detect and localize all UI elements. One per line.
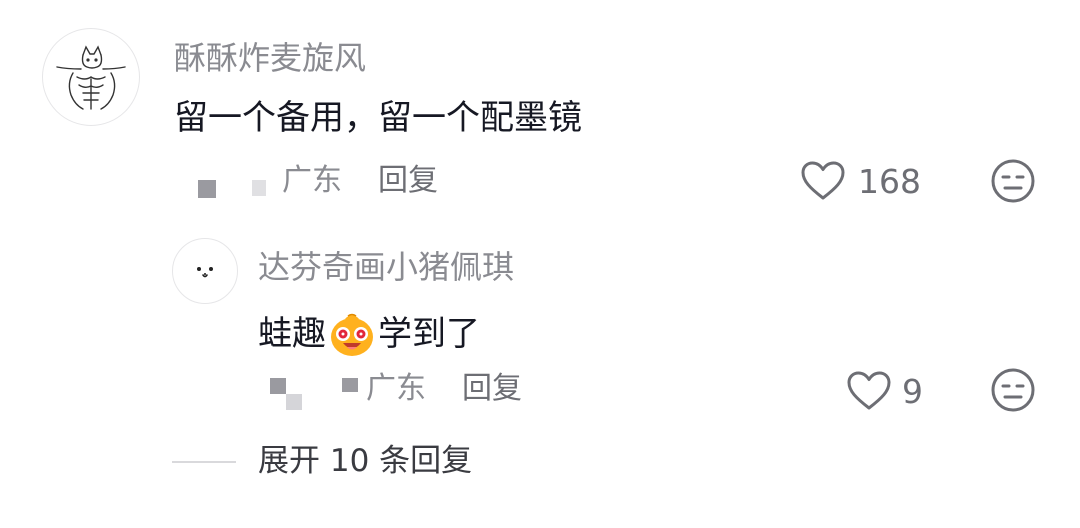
reply-username[interactable]: 达芬奇画小猪佩琪	[258, 251, 514, 283]
reply-avatar[interactable]	[172, 238, 238, 304]
dog-face-sketch-icon	[197, 267, 213, 278]
reply-text: 蛙趣 学到了	[258, 310, 480, 358]
obscured-meta-block	[270, 378, 286, 394]
heart-outline-icon	[801, 161, 845, 200]
reply-like-count: 9	[902, 371, 923, 411]
heart-outline-icon	[847, 371, 891, 410]
reply-reaction-button[interactable]	[990, 367, 1036, 417]
expressionless-face-icon	[991, 368, 1035, 412]
reply-reply-button[interactable]: 回复	[462, 374, 522, 404]
reply-like-button[interactable]: 9	[846, 370, 923, 412]
comment-like-button[interactable]: 168	[800, 160, 921, 202]
comment-location: 广东	[282, 163, 342, 198]
reply-item: 达芬奇画小猪佩琪 蛙趣 学到了 广东 回复 9	[0, 230, 1080, 430]
muscle-cat-sketch-icon	[56, 45, 126, 110]
comment-like-count: 168	[858, 161, 921, 201]
obscured-meta-block	[342, 378, 358, 392]
comment-item: 酥酥炸麦旋风 留一个备用，留一个配墨镜 广东 回复 168	[0, 0, 1080, 240]
comment-reaction-button[interactable]	[990, 158, 1036, 208]
excited-face-emoji	[331, 313, 373, 356]
obscured-meta-block	[198, 180, 216, 198]
obscured-meta-block	[286, 394, 302, 410]
reply-text-after-emoji: 学到了	[378, 314, 480, 354]
reply-text-before-emoji: 蛙趣	[258, 314, 326, 354]
comment-text: 留一个备用，留一个配墨镜	[174, 98, 582, 138]
comment-avatar[interactable]	[42, 28, 140, 126]
expressionless-face-icon	[991, 159, 1035, 203]
expand-replies-button[interactable]: 展开 10 条回复	[258, 446, 472, 477]
expand-divider	[172, 461, 236, 463]
obscured-meta-block	[252, 180, 266, 196]
reply-location: 广东	[366, 371, 426, 406]
comment-reply-button[interactable]: 回复	[378, 166, 438, 196]
comment-username[interactable]: 酥酥炸麦旋风	[174, 42, 366, 74]
